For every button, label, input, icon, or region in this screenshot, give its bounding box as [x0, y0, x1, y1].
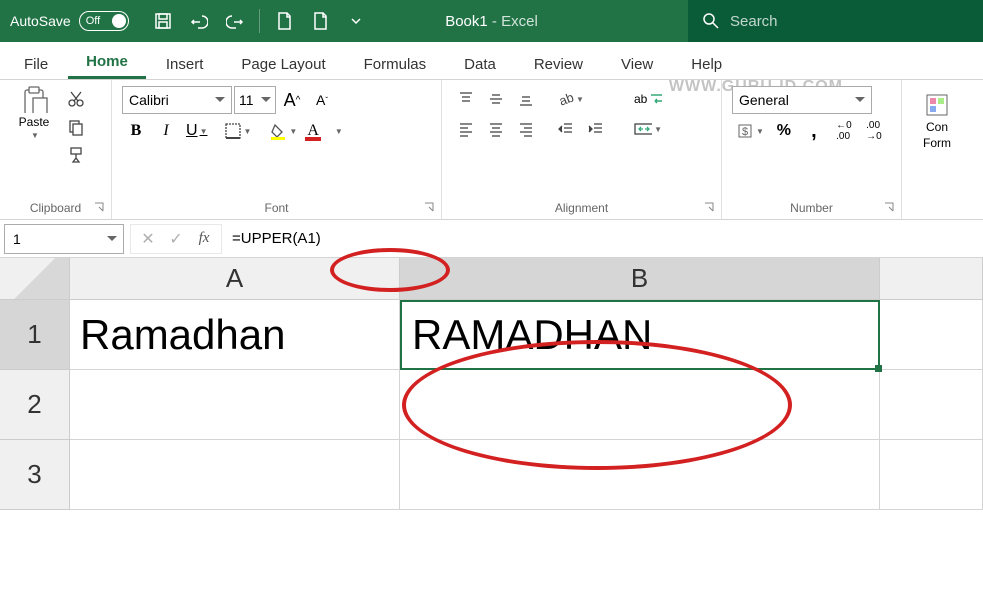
group-styles-partial: Con Form: [902, 80, 972, 219]
align-bottom-button[interactable]: [512, 86, 540, 112]
title-bar: AutoSave Off Book1 - Excel: [0, 0, 983, 42]
align-center-button[interactable]: [482, 116, 510, 142]
accounting-format-button[interactable]: $▼: [732, 118, 768, 144]
column-header-c[interactable]: [880, 258, 983, 300]
formula-input[interactable]: [222, 224, 979, 254]
align-top-button[interactable]: [452, 86, 480, 112]
group-label: Font: [122, 197, 431, 217]
font-name-select[interactable]: [122, 86, 232, 114]
spreadsheet-grid: A B 1 Ramadhan RAMADHAN 2 3: [0, 258, 983, 510]
wrap-text-button[interactable]: ab: [630, 86, 666, 112]
redo-button[interactable]: [219, 6, 251, 36]
tab-data[interactable]: Data: [446, 48, 514, 79]
qat-doc2-button[interactable]: [304, 6, 336, 36]
group-label: Number: [732, 197, 891, 217]
group-alignment: ab▼ ab ▼ Alignment: [442, 80, 722, 219]
group-number: $▼ % , ←0.00 .00→0 Number: [722, 80, 902, 219]
shrink-font-button[interactable]: Aˇ: [308, 87, 336, 113]
underline-button[interactable]: U▼: [182, 118, 211, 144]
row-header-2[interactable]: 2: [0, 370, 70, 440]
decrease-decimal-button[interactable]: .00→0: [860, 118, 888, 144]
group-font: A^ Aˇ B I U▼ ▼ ▼ A▼ Font: [112, 80, 442, 219]
cell-c2[interactable]: [880, 370, 983, 440]
comma-button[interactable]: ,: [800, 118, 828, 144]
name-box[interactable]: [4, 224, 124, 254]
column-header-a[interactable]: A: [70, 258, 400, 300]
formula-bar: ✕ ✓ fx: [0, 220, 983, 258]
document-title: Book1 - Excel: [445, 13, 538, 30]
copy-button[interactable]: [62, 114, 90, 140]
font-size-select[interactable]: [234, 86, 276, 114]
dialog-launcher[interactable]: [703, 201, 717, 215]
dialog-launcher[interactable]: [883, 201, 897, 215]
chevron-down-icon: ▼: [31, 131, 39, 140]
tab-insert[interactable]: Insert: [148, 48, 222, 79]
undo-button[interactable]: [183, 6, 215, 36]
cell-c3[interactable]: [880, 440, 983, 510]
group-clipboard: Paste ▼ Clipboard: [0, 80, 112, 219]
conditional-formatting-icon: [924, 92, 950, 118]
italic-button[interactable]: I: [152, 118, 180, 144]
cell-b1[interactable]: RAMADHAN: [400, 300, 880, 370]
tab-formulas[interactable]: Formulas: [346, 48, 445, 79]
qat-dropdown[interactable]: [340, 6, 372, 36]
number-format-select[interactable]: [732, 86, 872, 114]
tab-file[interactable]: File: [6, 48, 66, 79]
enter-formula-button[interactable]: ✓: [163, 226, 189, 252]
cell-b3[interactable]: [400, 440, 880, 510]
insert-function-button[interactable]: fx: [191, 226, 217, 252]
group-label: Clipboard: [10, 197, 101, 217]
percent-button[interactable]: %: [770, 118, 798, 144]
column-header-b[interactable]: B: [400, 258, 880, 300]
search-box[interactable]: [688, 0, 983, 42]
align-left-button[interactable]: [452, 116, 480, 142]
cell-a1[interactable]: Ramadhan: [70, 300, 400, 370]
row-header-3[interactable]: 3: [0, 440, 70, 510]
tab-page-layout[interactable]: Page Layout: [223, 48, 343, 79]
increase-indent-button[interactable]: [582, 116, 610, 142]
cell-c1[interactable]: [880, 300, 983, 370]
cell-a2[interactable]: [70, 370, 400, 440]
tab-home[interactable]: Home: [68, 45, 146, 79]
merge-center-button[interactable]: ▼: [630, 116, 666, 142]
cancel-formula-button[interactable]: ✕: [135, 226, 161, 252]
align-middle-button[interactable]: [482, 86, 510, 112]
border-button[interactable]: ▼: [221, 118, 255, 144]
tab-review[interactable]: Review: [516, 48, 601, 79]
increase-decimal-button[interactable]: ←0.00: [830, 118, 858, 144]
toggle-switch[interactable]: Off: [79, 11, 129, 31]
row-header-1[interactable]: 1: [0, 300, 70, 370]
grow-font-button[interactable]: A^: [278, 87, 306, 113]
cut-button[interactable]: [62, 86, 90, 112]
align-right-button[interactable]: [512, 116, 540, 142]
cell-a3[interactable]: [70, 440, 400, 510]
tab-view[interactable]: View: [603, 48, 671, 79]
orientation-button[interactable]: ab▼: [552, 86, 588, 112]
dialog-launcher[interactable]: [423, 201, 437, 215]
separator: [259, 9, 260, 33]
ribbon-tabs: File Home Insert Page Layout Formulas Da…: [0, 42, 983, 80]
cell-b2[interactable]: [400, 370, 880, 440]
decrease-indent-button[interactable]: [552, 116, 580, 142]
ribbon: WWW.GURU-ID.COM Paste ▼ Clipboard A^ A: [0, 80, 983, 220]
autosave-label: AutoSave: [10, 13, 71, 29]
format-painter-button[interactable]: [62, 142, 90, 168]
search-icon: [702, 12, 720, 30]
fill-color-button[interactable]: ▼: [265, 118, 301, 144]
group-label: Alignment: [452, 197, 711, 217]
qat-doc1-button[interactable]: [268, 6, 300, 36]
autosave-toggle[interactable]: AutoSave Off: [0, 11, 139, 31]
paste-button[interactable]: Paste ▼: [10, 86, 58, 140]
svg-text:$: $: [742, 126, 748, 138]
toggle-knob: [112, 14, 126, 28]
font-color-button[interactable]: A▼: [303, 118, 346, 144]
dialog-launcher[interactable]: [93, 201, 107, 215]
search-input[interactable]: [730, 13, 969, 30]
select-all-corner[interactable]: [0, 258, 70, 300]
bold-button[interactable]: B: [122, 118, 150, 144]
tab-help[interactable]: Help: [673, 48, 740, 79]
svg-text:ab: ab: [557, 90, 574, 108]
save-button[interactable]: [147, 6, 179, 36]
quick-access-toolbar: [147, 6, 372, 36]
